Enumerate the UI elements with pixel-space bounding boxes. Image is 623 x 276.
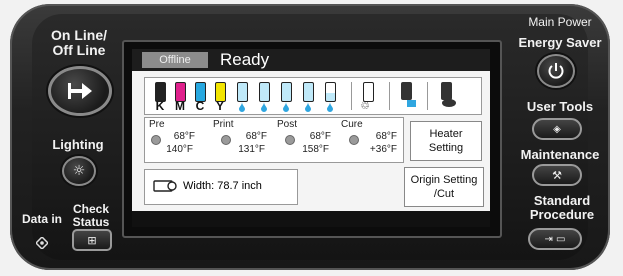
lcd-display: Offline Ready K M C Y ♲ Pre 68°F 140°F P… [132,49,490,227]
temp-cure-indicator [349,135,359,145]
temp-post-set: 158°F [302,144,329,155]
ink-drop-icon-1 [239,102,245,112]
standard-procedure-icon: ⇥ ▭ [544,233,566,245]
wiper-icon [437,82,459,110]
display-bottom-strip [132,211,490,227]
temp-cure-current: 68°F [375,131,397,142]
ink-drop-icon-4 [305,102,311,112]
standard-procedure-button[interactable]: ⇥ ▭ [528,228,582,250]
online-offline-label: On Line/ Off Line [51,27,107,58]
media-width-field: Width: 78.7 inch [144,169,298,205]
temp-print-current: 68°F [245,131,267,142]
lighting-button[interactable]: ☼ [62,156,96,186]
ink-bar-divider-3 [427,82,428,110]
standard-procedure-label: Standard Procedure [529,193,595,222]
ink-label-m: M [175,99,185,113]
temp-post-current: 68°F [309,131,331,142]
ink-label-k: K [155,99,165,113]
ink-cartridge-extra-3 [281,82,292,102]
data-in-indicator-icon [34,234,50,251]
offline-badge: Offline [142,52,208,68]
media-roll-icon [153,179,177,193]
power-icon [547,62,565,80]
lighting-sun-icon: ☼ [72,163,86,179]
user-tools-button[interactable]: ◈ [532,118,582,140]
temp-cure-set: +36°F [369,144,397,155]
temp-print-indicator [221,135,231,145]
temp-pre-current: 68°F [173,131,195,142]
ink-cartridge-extra-2 [259,82,270,102]
ink-label-c: C [195,99,205,113]
temp-post-indicator [285,135,295,145]
temp-pre-set: 140°F [166,144,193,155]
heater-setting-button[interactable]: Heater Setting [410,121,482,161]
user-tools-label: User Tools [526,99,594,114]
printer-control-panel: On Line/ Off Line Lighting ☼ Data in Che… [0,0,623,276]
online-offline-button[interactable] [48,66,112,116]
ink-drop-icon-2 [261,102,267,112]
ink-drop-icon-5 [327,102,333,112]
dryer-temperature-panel: Pre 68°F 140°F Print 68°F 131°F Post 68°… [144,117,404,163]
ink-drop-icon-3 [283,102,289,112]
ink-cartridge-extra-5 [325,82,336,102]
main-power-label: Main Power [528,15,592,29]
ink-bar-divider-1 [351,82,352,110]
wrench-icon: ⚒ [552,168,562,182]
check-status-label: Check Status [72,202,110,229]
ink-label-y: Y [215,99,224,113]
temp-pre-label: Pre [149,119,165,130]
ink-status-bar: K M C Y ♲ [144,77,482,115]
status-text: Ready [220,50,270,69]
temp-post-label: Post [277,119,298,130]
ink-cartridge-extra-1 [237,82,248,102]
temp-print-label: Print [213,119,234,130]
lighting-label: Lighting [52,137,104,152]
ink-bar-divider-2 [389,82,390,110]
online-arrow-icon [66,80,94,102]
user-tools-diamond-icon: ◈ [553,123,561,135]
data-in-label: Data in [21,212,62,226]
check-status-button[interactable]: ⊞ [72,229,112,251]
ink-cartridge-extra-4 [303,82,314,102]
status-bar: Offline Ready [132,49,490,71]
origin-setting-cut-button[interactable]: Origin Setting /Cut [404,167,484,207]
media-width-value: Width: 78.7 inch [183,180,262,192]
recycle-icon: ♲ [360,99,370,112]
temp-print-set: 131°F [238,144,265,155]
cleaning-cartridge-icon [397,82,419,110]
energy-saver-label: Energy Saver [518,35,602,50]
energy-saver-button[interactable] [537,54,575,88]
maintenance-label: Maintenance [520,147,600,162]
check-status-icon: ⊞ [87,233,97,247]
temp-cure-label: Cure [341,119,363,130]
maintenance-button[interactable]: ⚒ [532,164,582,186]
temp-pre-indicator [151,135,161,145]
